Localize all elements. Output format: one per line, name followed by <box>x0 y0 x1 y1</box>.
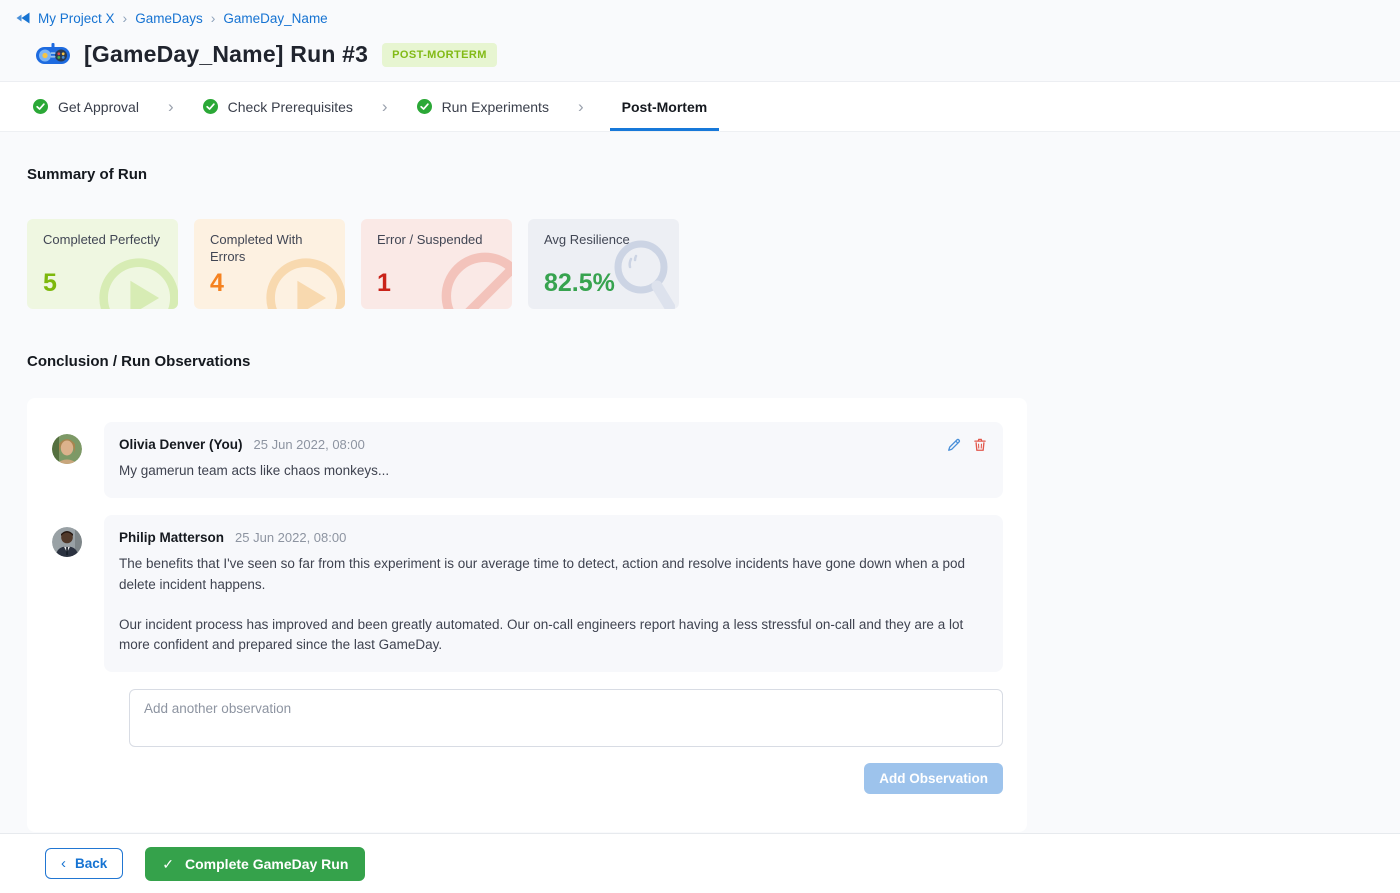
chevron-right-icon: › <box>123 11 128 25</box>
observations-heading: Conclusion / Run Observations <box>27 353 1373 370</box>
stat-label: Completed Perfectly <box>43 232 161 249</box>
breadcrumb-link-project[interactable]: My Project X <box>38 11 115 26</box>
observation-paragraph: Our incident process has improved and be… <box>119 615 987 656</box>
observation-bubble: Olivia Denver (You) 25 Jun 2022, 08:00 M… <box>104 422 1003 498</box>
page-title: [GameDay_Name] Run #3 <box>84 41 368 68</box>
add-observation-button[interactable]: Add Observation <box>864 763 1003 794</box>
breadcrumb-link-gameday-name[interactable]: GameDay_Name <box>223 11 327 26</box>
chevron-right-icon: › <box>578 82 584 131</box>
observation-text: The benefits that I've seen so far from … <box>119 554 987 655</box>
stat-value: 1 <box>377 269 391 298</box>
observation-meta: Olivia Denver (You) 25 Jun 2022, 08:00 <box>119 437 987 452</box>
observation-text: My gamerun team acts like chaos monkeys.… <box>119 461 987 481</box>
stat-label: Completed With Errors <box>210 232 328 266</box>
observation-actions <box>947 438 987 452</box>
observation-bubble: Philip Matterson 25 Jun 2022, 08:00 The … <box>104 515 1003 672</box>
stat-card-completed-perfectly: Completed Perfectly 5 <box>27 219 178 309</box>
add-observation-button-row: Add Observation <box>129 763 1003 794</box>
observation-item: Philip Matterson 25 Jun 2022, 08:00 The … <box>52 515 1003 672</box>
gamepad-icon <box>35 42 71 68</box>
step-label: Get Approval <box>58 99 139 115</box>
step-post-mortem[interactable]: Post-Mortem <box>610 82 720 131</box>
status-badge: POST-MORTERM <box>382 43 497 67</box>
stat-value: 4 <box>210 269 224 298</box>
observation-input[interactable] <box>129 689 1003 747</box>
page-footer: ‹ Back ✓ Complete GameDay Run <box>0 833 1400 893</box>
step-label: Run Experiments <box>442 99 549 115</box>
step-check-prerequisites[interactable]: Check Prerequisites <box>200 82 356 131</box>
wizard-steps: Get Approval › Check Prerequisites › Run… <box>0 81 1400 132</box>
avatar <box>52 434 82 464</box>
observation-author: Olivia Denver (You) <box>119 437 243 452</box>
chevron-right-icon: › <box>211 11 216 25</box>
observation-timestamp: 25 Jun 2022, 08:00 <box>235 530 346 545</box>
chevron-right-icon: › <box>382 82 388 131</box>
check-icon: ✓ <box>162 857 174 871</box>
step-label: Post-Mortem <box>622 99 708 115</box>
back-button[interactable]: ‹ Back <box>45 848 123 879</box>
add-observation-row <box>129 689 1003 752</box>
observation-paragraph: The benefits that I've seen so far from … <box>119 554 987 595</box>
complete-gameday-run-button[interactable]: ✓ Complete GameDay Run <box>145 847 365 881</box>
stat-label: Avg Resilience <box>544 232 662 249</box>
check-circle-icon <box>203 99 218 114</box>
avatar <box>52 527 82 557</box>
check-circle-icon <box>417 99 432 114</box>
stat-value: 82.5% <box>544 269 615 298</box>
step-label: Check Prerequisites <box>228 99 353 115</box>
summary-heading: Summary of Run <box>27 166 1373 183</box>
page-header: My Project X › GameDays › GameDay_Name [… <box>0 0 1400 68</box>
breadcrumb: My Project X › GameDays › GameDay_Name <box>15 10 1400 26</box>
observation-meta: Philip Matterson 25 Jun 2022, 08:00 <box>119 530 987 545</box>
chevron-left-icon: ‹ <box>61 856 66 871</box>
stat-card-completed-with-errors: Completed With Errors 4 <box>194 219 345 309</box>
stat-value: 5 <box>43 269 57 298</box>
stat-card-error-suspended: Error / Suspended 1 <box>361 219 512 309</box>
observation-author: Philip Matterson <box>119 530 224 545</box>
breadcrumb-link-gamedays[interactable]: GameDays <box>135 11 203 26</box>
stat-card-avg-resilience: Avg Resilience 82.5% <box>528 219 679 309</box>
observations-card: Olivia Denver (You) 25 Jun 2022, 08:00 M… <box>27 398 1027 832</box>
summary-cards: Completed Perfectly 5 Completed With Err… <box>27 219 1373 309</box>
step-run-experiments[interactable]: Run Experiments <box>414 82 552 131</box>
project-logo-icon <box>15 10 31 26</box>
complete-button-label: Complete GameDay Run <box>185 856 348 872</box>
back-button-label: Back <box>75 856 107 871</box>
step-get-approval[interactable]: Get Approval <box>30 82 142 131</box>
ban-circle-icon <box>438 249 512 309</box>
play-circle-icon <box>96 255 178 309</box>
edit-icon[interactable] <box>947 438 961 452</box>
chevron-right-icon: › <box>168 82 174 131</box>
magnifier-icon <box>611 239 675 309</box>
observation-item: Olivia Denver (You) 25 Jun 2022, 08:00 M… <box>52 422 1003 498</box>
check-circle-icon <box>33 99 48 114</box>
delete-icon[interactable] <box>973 438 987 452</box>
observation-timestamp: 25 Jun 2022, 08:00 <box>254 437 365 452</box>
title-row: [GameDay_Name] Run #3 POST-MORTERM <box>20 41 1400 68</box>
stat-label: Error / Suspended <box>377 232 495 249</box>
main-content: Summary of Run Completed Perfectly 5 Com… <box>0 166 1400 832</box>
